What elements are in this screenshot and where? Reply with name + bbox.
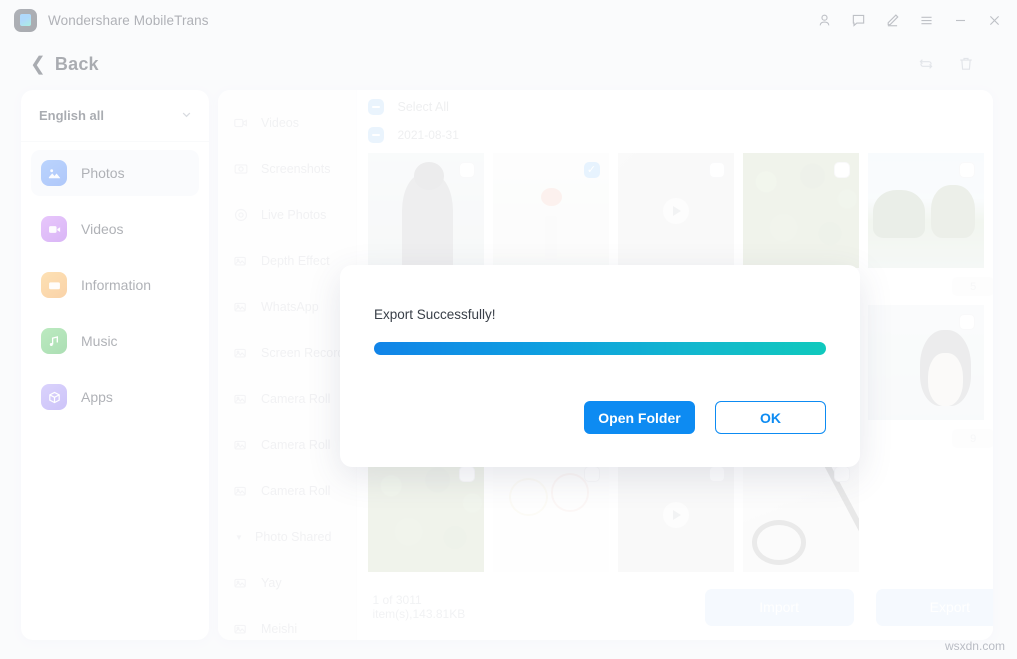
app-window: Wondershare MobileTrans <box>0 0 1017 659</box>
dialog-title: Export Successfully! <box>374 307 826 322</box>
open-folder-button[interactable]: Open Folder <box>584 401 695 434</box>
dialog-buttons: Open Folder OK <box>584 401 826 434</box>
progress-bar <box>374 342 826 355</box>
watermark: wsxdn.com <box>945 639 1005 653</box>
ok-button[interactable]: OK <box>715 401 826 434</box>
export-success-dialog: Export Successfully! Open Folder OK <box>340 265 860 467</box>
